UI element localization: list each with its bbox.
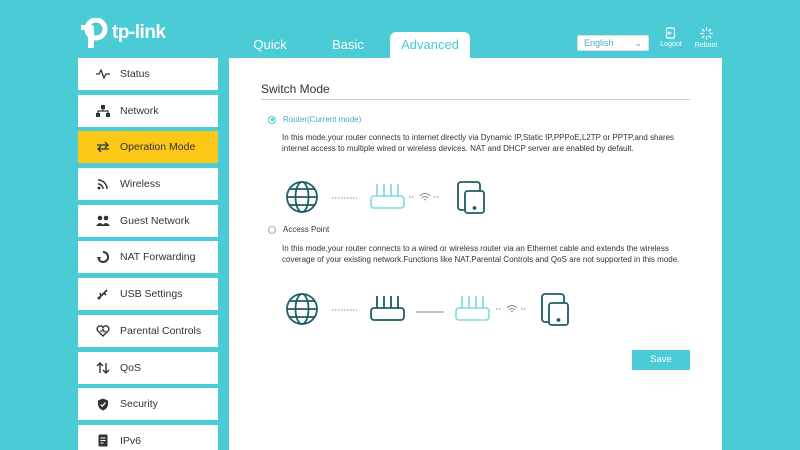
- sidebar-item-parental-controls[interactable]: Parental Controls: [78, 314, 218, 347]
- globe-icon: [286, 181, 318, 213]
- tab-basic[interactable]: Basic: [316, 32, 380, 58]
- usb-icon: [96, 287, 110, 301]
- sidebar-item-label: IPv6: [120, 434, 142, 447]
- sidebar-item-label: Parental Controls: [120, 324, 202, 337]
- sidebar-item-usb-settings[interactable]: USB Settings: [78, 278, 218, 311]
- devices-icon: [457, 181, 485, 214]
- wifi-signal-icon: [409, 193, 439, 201]
- sidebar-item-status[interactable]: Status: [78, 58, 218, 90]
- sidebar: Status Network Operation Mode Wireless G…: [78, 58, 218, 450]
- sidebar-item-wireless[interactable]: Wireless: [78, 168, 218, 201]
- document-icon: [96, 434, 110, 448]
- pulse-icon: [96, 67, 110, 81]
- chevron-down-icon: ⌄: [634, 38, 642, 48]
- language-select[interactable]: English ⌄: [577, 35, 649, 51]
- sidebar-item-label: Guest Network: [120, 214, 190, 227]
- devices-icon: [541, 293, 569, 326]
- updown-arrows-icon: [96, 361, 110, 375]
- sidebar-item-label: Security: [120, 398, 158, 411]
- logout-button[interactable]: Logout: [657, 27, 685, 48]
- radio-button-checked[interactable]: [268, 115, 276, 124]
- sidebar-item-qos[interactable]: QoS: [78, 351, 218, 384]
- router-mode-label: Router(Current mode): [283, 115, 362, 124]
- reboot-button[interactable]: Reboot: [692, 27, 720, 49]
- sidebar-item-label: Wireless: [120, 178, 161, 191]
- router-icon: [455, 296, 490, 321]
- heart-icon: [96, 324, 110, 338]
- main-panel: Switch Mode Router(Current mode) In this…: [229, 58, 722, 450]
- brand-name: tp-link: [112, 22, 166, 43]
- logout-icon: [665, 27, 676, 39]
- wifi-icon: [96, 177, 110, 191]
- sidebar-item-operation-mode[interactable]: Operation Mode: [78, 131, 218, 164]
- save-button[interactable]: Save: [632, 350, 690, 370]
- access-point-diagram: [286, 293, 569, 326]
- logout-label: Logout: [660, 41, 682, 48]
- users-icon: [96, 214, 110, 228]
- radio-button-unchecked[interactable]: [268, 225, 276, 234]
- reboot-icon: [699, 27, 713, 40]
- divider: [261, 99, 690, 100]
- sidebar-item-label: QoS: [120, 361, 142, 374]
- top-navigation: Quick Setup Basic Advanced: [228, 32, 470, 78]
- sidebar-item-label: Status: [120, 68, 150, 80]
- switch-arrows-icon: [96, 140, 110, 154]
- tp-link-logo-icon: [81, 18, 108, 48]
- language-value: English: [584, 38, 614, 48]
- router-mode-diagram: [286, 181, 485, 214]
- network-icon: [96, 104, 110, 118]
- tp-link-logo: tp-link: [78, 18, 166, 48]
- access-point-label: Access Point: [283, 225, 330, 234]
- sidebar-item-nat-forwarding[interactable]: NAT Forwarding: [78, 241, 218, 274]
- tab-quick-setup[interactable]: Quick Setup: [228, 32, 312, 78]
- tab-advanced[interactable]: Advanced: [390, 32, 470, 60]
- sidebar-item-label: NAT Forwarding: [120, 251, 196, 264]
- access-point-description: In this mode,your router connects to a w…: [282, 244, 680, 264]
- sidebar-item-label: Network: [120, 104, 159, 117]
- sidebar-item-label: USB Settings: [120, 288, 183, 301]
- router-mode-description: In this mode,your router connects to int…: [282, 133, 675, 153]
- sidebar-item-security[interactable]: Security: [78, 388, 218, 421]
- router-icon: [370, 184, 405, 209]
- router-mode-radio[interactable]: Router(Current mode): [268, 115, 361, 124]
- sidebar-item-guest-network[interactable]: Guest Network: [78, 204, 218, 237]
- shield-icon: [96, 397, 110, 411]
- forwarding-icon: [96, 250, 110, 264]
- reboot-label: Reboot: [694, 42, 718, 49]
- wifi-signal-icon: [496, 305, 526, 313]
- globe-icon: [286, 293, 318, 325]
- section-title: Switch Mode: [261, 82, 330, 96]
- sidebar-item-label: Operation Mode: [120, 141, 196, 154]
- access-point-radio[interactable]: Access Point: [268, 225, 329, 234]
- sidebar-item-ipv6[interactable]: IPv6: [78, 424, 218, 450]
- main-router-icon: [370, 296, 405, 321]
- sidebar-item-network[interactable]: Network: [78, 94, 218, 127]
